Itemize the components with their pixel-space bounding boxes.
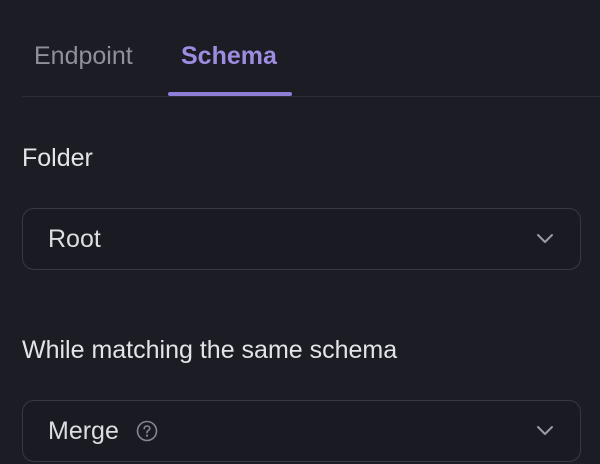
active-tab-indicator [168,92,292,96]
tab-schema[interactable]: Schema [181,40,277,72]
chevron-down-icon [537,426,553,435]
folder-label: Folder [22,144,93,172]
matching-schema-label: While matching the same schema [22,336,398,364]
matching-schema-select[interactable]: Merge [22,400,581,462]
chevron-down-icon [537,234,553,243]
tab-bar: Endpoint Schema [22,0,600,97]
matching-schema-select-value: Merge [48,417,119,445]
schema-settings-panel: Endpoint Schema Folder Root While matchi… [0,0,600,464]
tab-endpoint[interactable]: Endpoint [34,40,133,72]
question-circle-icon[interactable] [136,420,158,442]
folder-select-value: Root [48,225,101,253]
folder-select[interactable]: Root [22,208,581,270]
